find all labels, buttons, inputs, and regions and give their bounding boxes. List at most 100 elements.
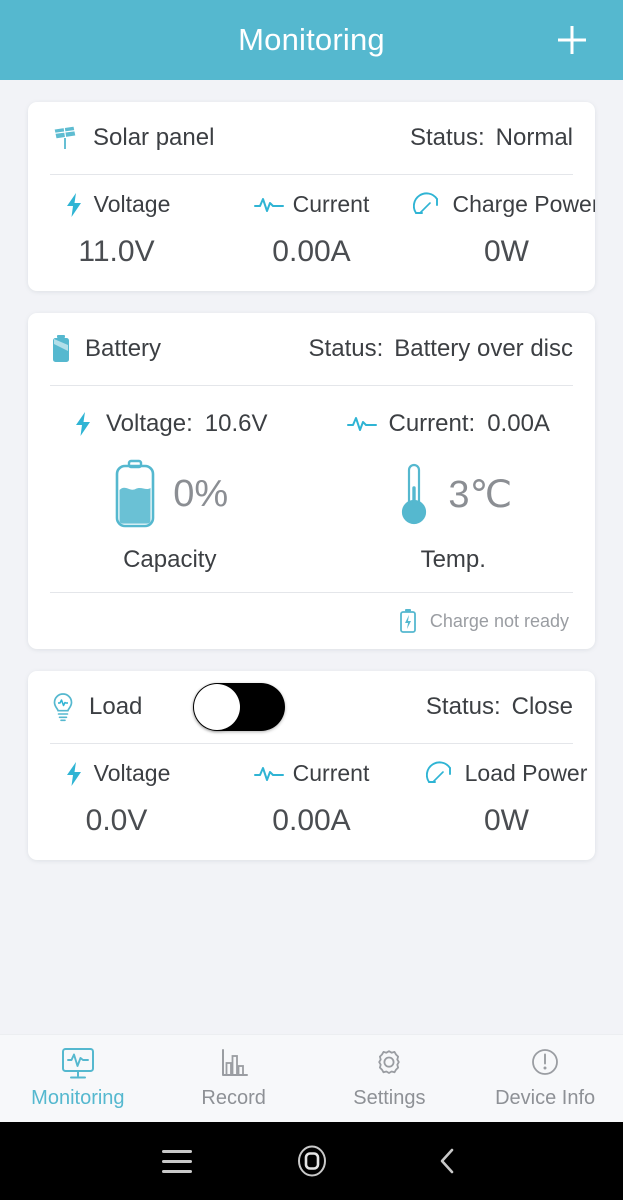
solar-voltage-label: Voltage [93,191,171,217]
battery-voltage-value: 10.6V [204,410,268,437]
menu-icon [161,1149,192,1173]
back-button[interactable] [379,1141,514,1181]
info-circle-icon [532,1049,559,1075]
solar-charge-power-head: Charge Power [413,191,595,218]
battery-current-value: 0.00A [487,410,550,437]
battery-capacity-top: 0% [111,458,228,530]
solar-title-group: Solar panel [50,123,214,153]
load-current-head: Current [253,760,370,787]
battery-inline-metrics: Voltage: 10.6V Current: 0.00A [28,386,595,444]
plus-icon [558,26,586,54]
solar-voltage-head: Voltage [63,191,171,218]
gauge-icon [413,191,439,214]
tab-record-label: Record [201,1087,266,1109]
battery-current-label: Current: [388,410,476,437]
solar-status-key: Status: [409,124,485,151]
load-metrics: Voltage 0.0V Current 0.00A Load Power 0W [28,744,595,860]
load-metric-current: Current 0.00A [217,760,406,838]
load-status: Status: Close [426,693,573,721]
battery-filled-icon [53,335,69,362]
tab-device-info-label: Device Info [495,1087,596,1109]
battery-temp-cell: 3℃ Temp. [312,458,596,574]
bottom-tabbar: Monitoring Record Settings Device Info [0,1034,623,1122]
load-card: Load Status: Close Voltage 0.0V Current … [28,671,595,860]
battery-temp-value: 3℃ [448,473,513,516]
battery-capacity-value: 0% [173,472,229,515]
tab-monitoring[interactable]: Monitoring [0,1047,156,1110]
load-title-group: Load [50,683,286,731]
battery-temp-label: Temp. [420,546,486,573]
solar-current-value: 0.00A [272,235,351,268]
tab-monitoring-label: Monitoring [31,1087,125,1109]
load-power-toggle[interactable] [193,683,286,731]
bolt-icon [76,412,90,436]
solar-charge-power-value: 0W [484,235,529,268]
pulse-icon [253,197,284,212]
tab-settings[interactable]: Settings [312,1047,468,1110]
load-voltage-value: 0.0V [85,804,148,837]
solar-card-header: Solar panel Status: Normal [28,102,595,174]
tab-settings-label: Settings [353,1087,426,1109]
pulse-icon [346,417,377,431]
solar-metric-charge-power: Charge Power 0W [412,191,595,269]
home-button[interactable] [244,1141,379,1181]
chevron-left-icon [440,1148,453,1174]
home-square-icon [297,1145,326,1177]
load-power-label: Load Power [464,760,588,786]
battery-status-value: Battery over disc [394,335,573,362]
battery-title-group: Battery [50,334,161,364]
load-current-value: 0.00A [272,804,351,837]
load-card-label: Load [89,693,143,720]
app-screen: Monitoring Solar panel Status: Normal Vo… [0,0,623,1200]
solar-current-label: Current [292,191,370,217]
monitor-pulse-icon [61,1048,94,1079]
solar-metric-current: Current 0.00A [217,191,406,269]
load-status-value: Close [511,693,573,720]
battery-capacity-cell: 0% Capacity [28,458,312,574]
toggle-knob [194,684,241,730]
solar-charge-power-label: Charge Power [452,191,595,217]
battery-big-metrics: 0% Capacity 3℃ Temp. [28,444,595,592]
pulse-icon [253,766,284,781]
bolt-icon [66,192,81,217]
battery-capacity-label: Capacity [123,546,217,573]
battery-current-item: Current: 0.00A [321,410,596,438]
bar-chart-icon [221,1049,248,1076]
battery-status: Status: Battery over disc [309,335,573,363]
solar-card-label: Solar panel [93,124,215,151]
load-metric-load-power: Load Power 0W [412,760,595,838]
add-button[interactable] [549,17,595,63]
battery-level-icon [115,459,155,528]
solar-metrics: Voltage 11.0V Current 0.00A Charge Power… [28,175,595,291]
load-metric-voltage: Voltage 0.0V [28,760,211,838]
load-voltage-label: Voltage [93,760,171,786]
battery-card-label: Battery [85,335,162,362]
tab-record[interactable]: Record [156,1047,312,1110]
battery-temp-top: 3℃ [394,458,512,530]
recents-button[interactable] [109,1149,244,1173]
bolt-icon [66,761,81,786]
battery-footer-text: Charge not ready [429,610,569,631]
solar-panel-icon [53,125,77,149]
battery-card: Battery Status: Battery over disc Voltag… [28,313,595,649]
gear-icon [378,1050,401,1074]
thermometer-icon [402,463,427,525]
android-system-nav [0,1122,623,1200]
load-power-value: 0W [484,804,529,837]
battery-status-key: Status: [308,335,384,362]
app-header: Monitoring [0,0,623,80]
battery-voltage-item: Voltage: 10.6V [28,410,321,438]
solar-status: Status: Normal [410,124,573,152]
battery-current-text: Current: 0.00A [389,410,550,438]
load-current-label: Current [292,760,370,786]
battery-footer: Charge not ready [28,593,595,649]
tab-device-info[interactable]: Device Info [467,1047,623,1110]
solar-current-head: Current [253,191,370,218]
solar-panel-card: Solar panel Status: Normal Voltage 11.0V… [28,102,595,291]
solar-voltage-value: 11.0V [78,235,155,268]
solar-status-value: Normal [495,124,573,151]
battery-voltage-label: Voltage: [106,410,193,437]
battery-charge-icon [400,609,416,633]
load-card-header: Load Status: Close [28,671,595,743]
load-voltage-head: Voltage [63,760,171,787]
